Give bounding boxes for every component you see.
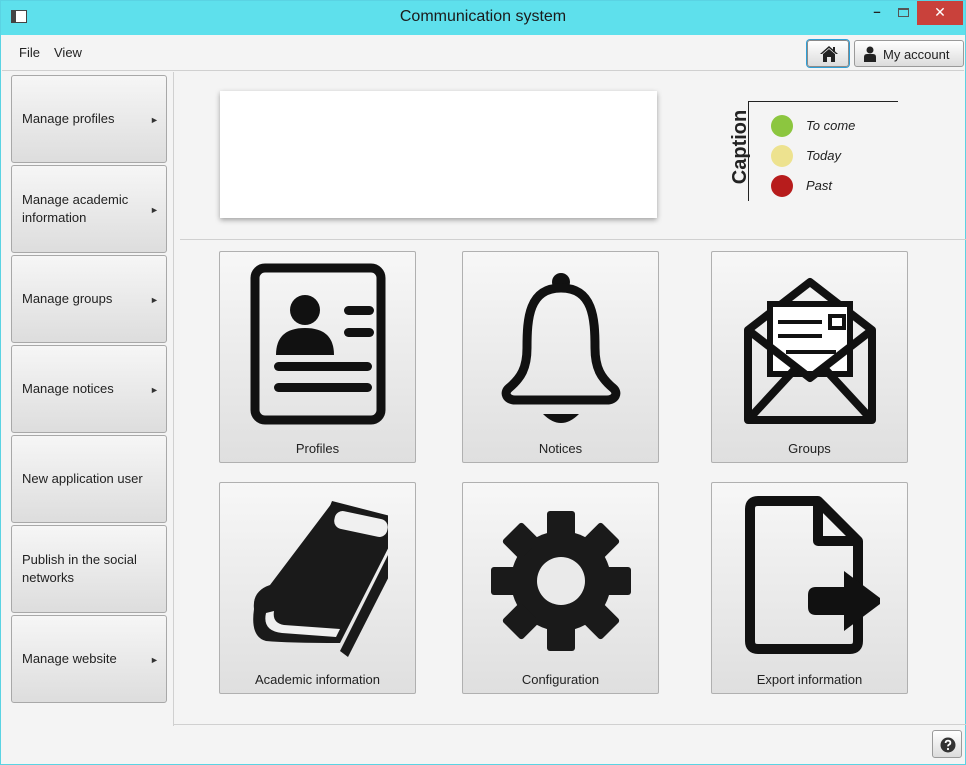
sidebar: Manage profiles ► Manage academic inform… bbox=[2, 72, 174, 726]
gear-icon bbox=[491, 511, 631, 651]
sidebar-item-label: Manage website bbox=[22, 651, 117, 666]
legend-label: Past bbox=[806, 178, 833, 193]
export-file-icon bbox=[745, 496, 880, 654]
app-window: Communication system – ✕ File View My ac… bbox=[0, 0, 966, 765]
submenu-arrow-icon: ► bbox=[150, 295, 159, 305]
tile-export-information[interactable]: Export information bbox=[711, 482, 908, 694]
my-account-button[interactable]: My account bbox=[854, 40, 964, 67]
close-button[interactable]: ✕ bbox=[917, 1, 963, 25]
title-bar[interactable]: Communication system – ✕ bbox=[1, 1, 965, 35]
book-icon bbox=[253, 501, 388, 657]
status-dot-icon bbox=[771, 145, 793, 167]
status-dot-icon bbox=[771, 115, 793, 137]
sidebar-item-manage-profiles[interactable]: Manage profiles ► bbox=[11, 75, 167, 163]
tile-label: Export information bbox=[756, 672, 863, 687]
sidebar-item-manage-notices[interactable]: Manage notices ► bbox=[11, 345, 167, 433]
tile-label: Notices bbox=[538, 441, 583, 456]
my-account-label: My account bbox=[883, 47, 950, 62]
maximize-icon bbox=[897, 8, 909, 17]
sidebar-item-label: Publish in the social networks bbox=[22, 552, 137, 585]
content-divider bbox=[180, 239, 966, 240]
sidebar-item-new-application-user[interactable]: New application user bbox=[11, 435, 167, 523]
home-button[interactable] bbox=[807, 40, 849, 67]
sidebar-item-label: Manage groups bbox=[22, 291, 113, 306]
sidebar-item-publish-social-networks[interactable]: Publish in the social networks bbox=[11, 525, 167, 613]
sidebar-item-label: Manage notices bbox=[22, 381, 114, 396]
legend-label: To come bbox=[806, 118, 856, 133]
caption-title: Caption bbox=[729, 109, 751, 185]
user-icon bbox=[864, 46, 876, 62]
tile-academic-information[interactable]: Academic information bbox=[219, 482, 416, 694]
profile-card-icon bbox=[250, 263, 386, 425]
window-title: Communication system bbox=[399, 8, 567, 25]
help-button[interactable] bbox=[932, 730, 962, 758]
submenu-arrow-icon: ► bbox=[150, 385, 159, 395]
tile-label: Profiles bbox=[295, 441, 340, 456]
sidebar-item-manage-academic-information[interactable]: Manage academic information ► bbox=[11, 165, 167, 253]
sidebar-item-manage-groups[interactable]: Manage groups ► bbox=[11, 255, 167, 343]
minimize-button[interactable]: – bbox=[864, 1, 890, 25]
menu-view[interactable]: View bbox=[54, 45, 82, 60]
tile-configuration[interactable]: Configuration bbox=[462, 482, 659, 694]
home-icon bbox=[820, 46, 838, 62]
tile-notices[interactable]: Notices bbox=[462, 251, 659, 463]
tile-profiles[interactable]: Profiles bbox=[219, 251, 416, 463]
legend-label: Today bbox=[806, 148, 841, 163]
sidebar-item-manage-website[interactable]: Manage website ► bbox=[11, 615, 167, 703]
notice-message-box bbox=[220, 91, 657, 218]
sidebar-item-label: New application user bbox=[22, 471, 143, 486]
submenu-arrow-icon: ► bbox=[150, 205, 159, 215]
sidebar-item-label: Manage academic information bbox=[22, 192, 129, 225]
tile-groups[interactable]: Groups bbox=[711, 251, 908, 463]
envelope-icon bbox=[744, 278, 876, 424]
maximize-button[interactable] bbox=[890, 1, 916, 25]
tile-label: Groups bbox=[788, 441, 831, 456]
help-icon bbox=[940, 737, 956, 753]
menu-bar: File View My account bbox=[2, 35, 964, 71]
caption-divider bbox=[748, 101, 898, 102]
tile-label: Academic information bbox=[255, 672, 380, 687]
menu-file[interactable]: File bbox=[19, 45, 40, 60]
sidebar-item-label: Manage profiles bbox=[22, 111, 115, 126]
status-dot-icon bbox=[771, 175, 793, 197]
footer-divider bbox=[174, 724, 966, 725]
submenu-arrow-icon: ► bbox=[150, 115, 159, 125]
tile-label: Configuration bbox=[521, 672, 600, 687]
bell-icon bbox=[501, 273, 621, 423]
submenu-arrow-icon: ► bbox=[150, 655, 159, 665]
